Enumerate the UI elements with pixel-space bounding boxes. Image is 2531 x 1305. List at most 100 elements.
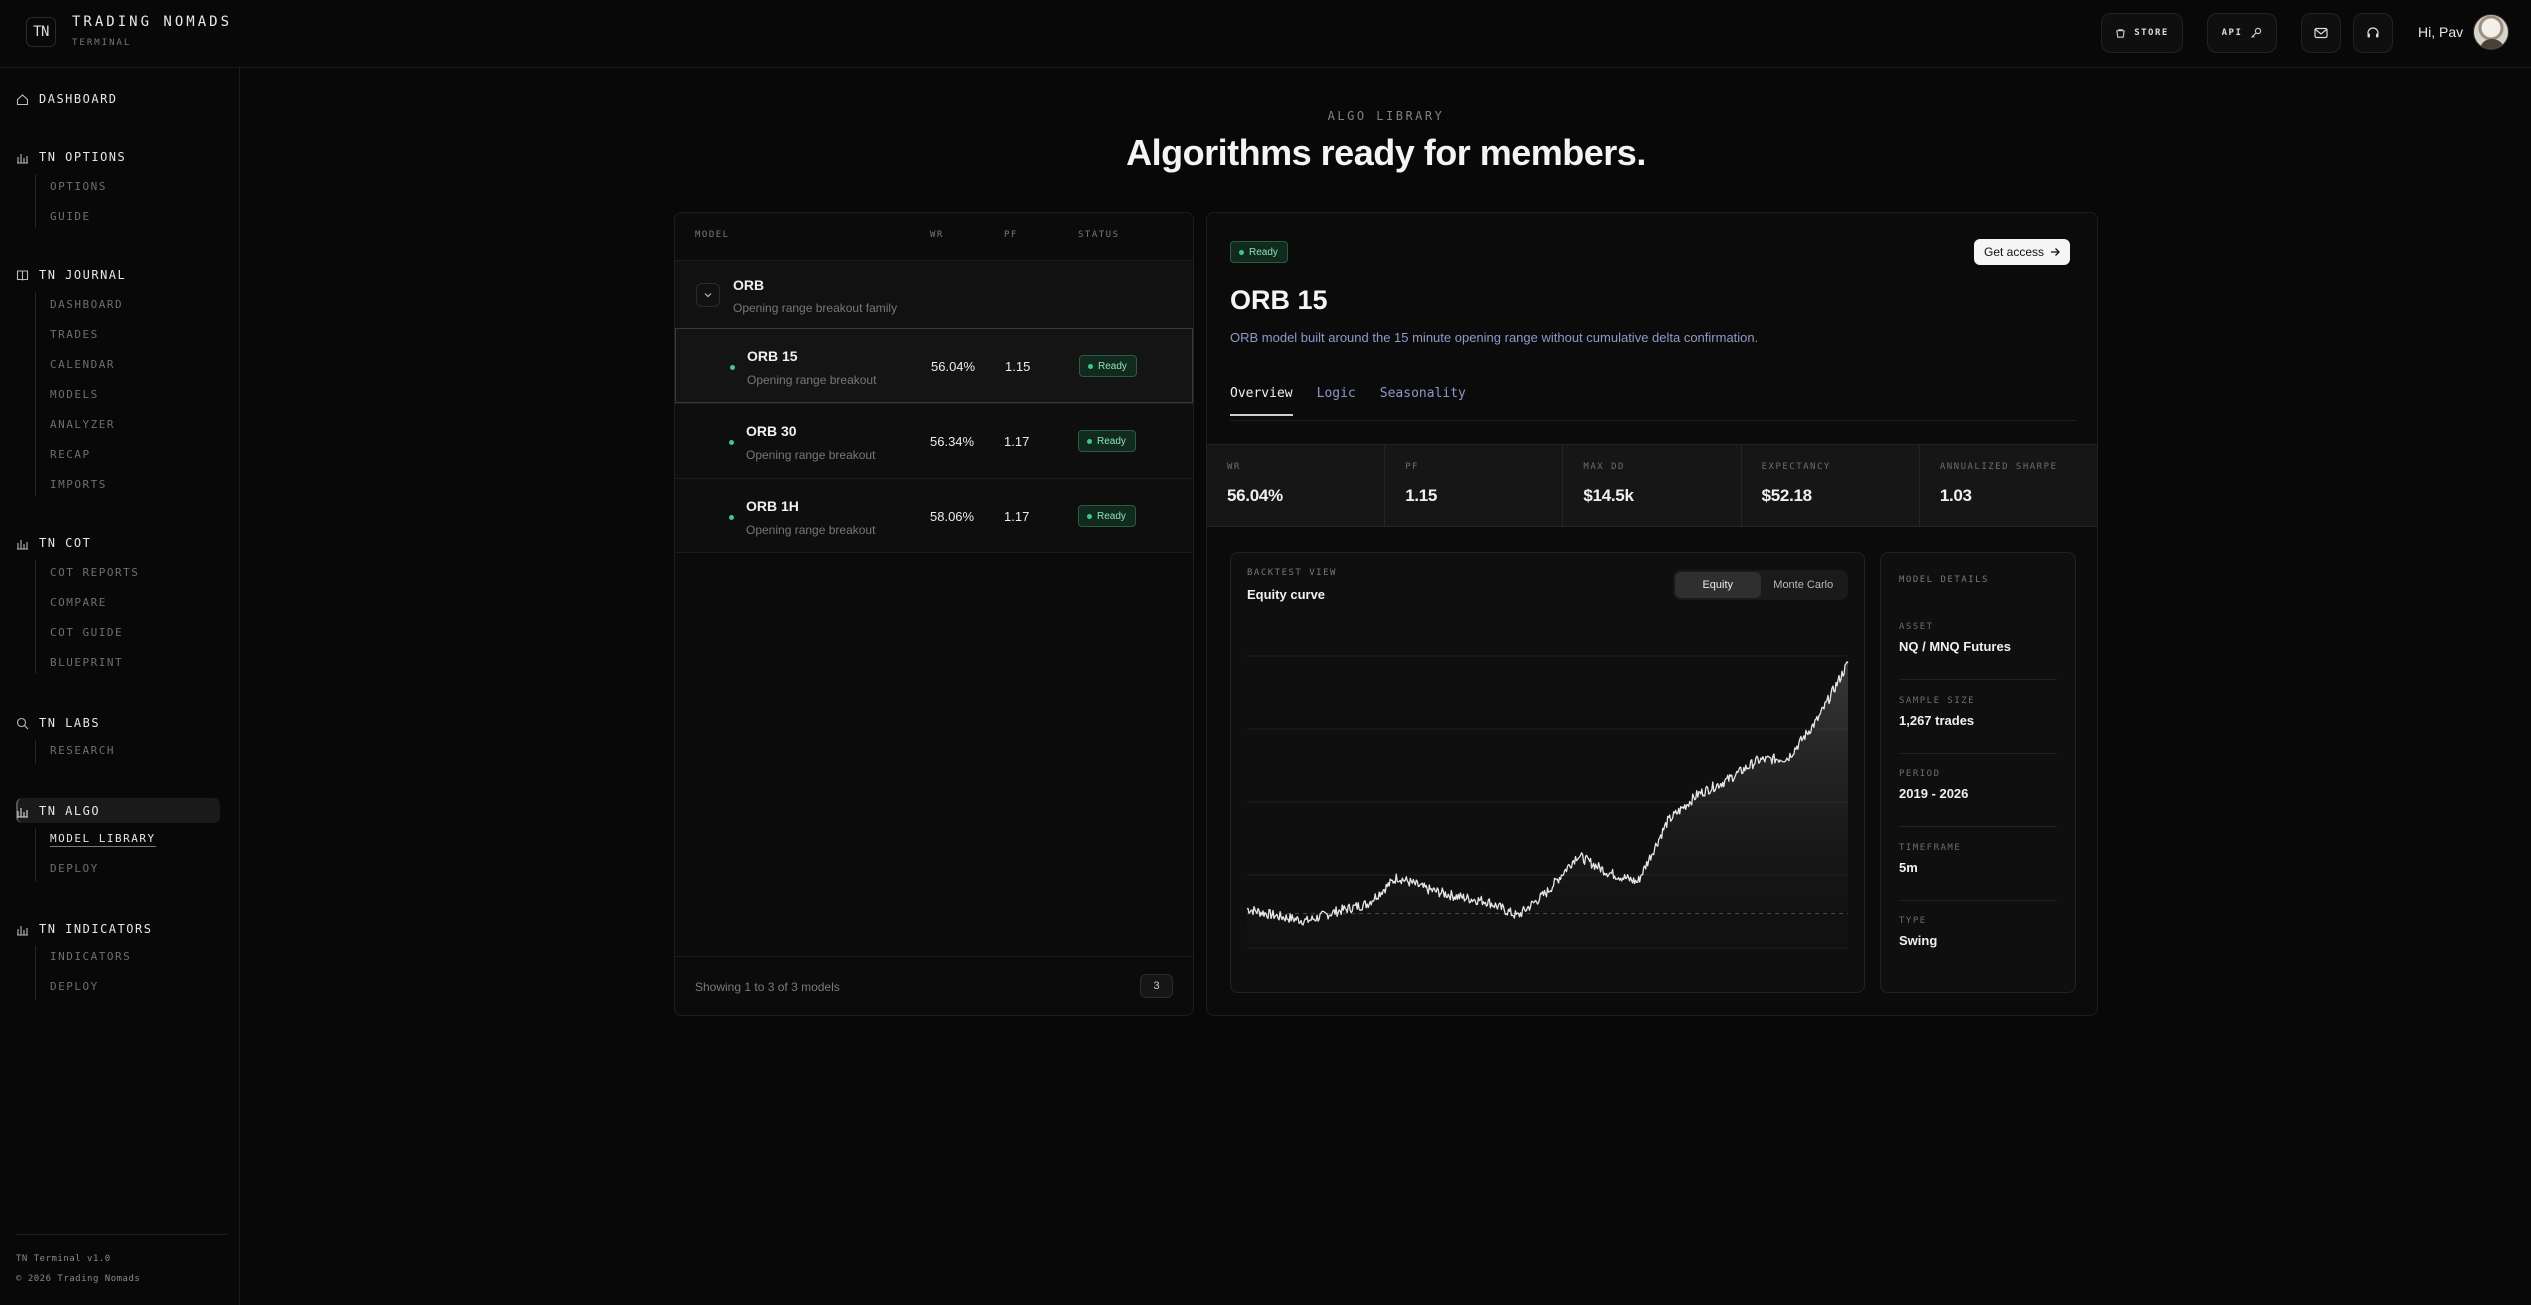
sidebar-section-tn-cot[interactable]: TN COT <box>16 536 91 550</box>
model-pf: 1.15 <box>1005 359 1031 374</box>
get-access-button[interactable]: Get access <box>1974 239 2071 265</box>
user-greeting: Hi, Pav <box>2418 24 2464 40</box>
sidebar-section-tn-indicators[interactable]: TN INDICATORS <box>16 922 152 936</box>
store-label: STORE <box>2134 28 2169 38</box>
sidebar-item-model-library[interactable]: MODEL LIBRARY <box>50 832 156 847</box>
table-row[interactable]: ORB 30 Opening range breakout 56.34% 1.1… <box>675 403 1193 478</box>
table-row[interactable]: ORB 1H Opening range breakout 58.06% 1.1… <box>675 478 1193 553</box>
sidebar-item-trades[interactable]: TRADES <box>50 328 99 341</box>
top-bar: TN TRADING NOMADS TERMINAL STORE API Hi,… <box>0 0 2531 68</box>
model-description: Opening range breakout <box>747 373 877 387</box>
column-header-pf: PF <box>1004 230 1018 240</box>
avatar[interactable] <box>2473 14 2509 50</box>
sidebar-section-tn-labs[interactable]: TN LABS <box>16 716 100 730</box>
sidebar-item-compare[interactable]: COMPARE <box>50 596 107 609</box>
sidebar-item-dashboard[interactable]: DASHBOARD <box>16 92 118 106</box>
tab-logic[interactable]: Logic <box>1317 386 1356 416</box>
stat-max-dd: MAX DD $14.5k <box>1563 445 1742 526</box>
sidebar-item-indicators[interactable]: INDICATORS <box>50 950 131 963</box>
table-row[interactable]: ORB 15 Opening range breakout 56.04% 1.1… <box>675 328 1193 403</box>
chart-title: Equity curve <box>1247 587 1326 602</box>
tab-overview[interactable]: Overview <box>1230 386 1293 416</box>
model-wr: 58.06% <box>930 509 975 524</box>
support-button[interactable] <box>2353 13 2393 53</box>
detail-divider <box>1899 753 2057 754</box>
tab-seasonality[interactable]: Seasonality <box>1380 386 1466 416</box>
mail-button[interactable] <box>2301 13 2341 53</box>
equity-chart <box>1246 655 1849 949</box>
sidebar-section-label: TN LABS <box>39 716 101 730</box>
sidebar-item-cot-reports[interactable]: COT REPORTS <box>50 566 139 579</box>
status-badge: Ready <box>1079 355 1137 377</box>
detail-timeframe: TIMEFRAME 5m <box>1899 843 2057 875</box>
sidebar-item-imports[interactable]: IMPORTS <box>50 478 107 491</box>
sidebar-section-label: TN OPTIONS <box>39 150 127 164</box>
stat-label: WR <box>1227 462 1241 472</box>
model-description: ORB model built around the 15 minute ope… <box>1230 330 1759 345</box>
tree-line <box>35 946 36 1000</box>
store-button[interactable]: STORE <box>2101 13 2183 53</box>
chart-eyebrow: BACKTEST VIEW <box>1247 568 1337 578</box>
stat-expectancy: EXPECTANCY $52.18 <box>1742 445 1920 526</box>
sidebar-item-models[interactable]: MODELS <box>50 388 99 401</box>
equity-point <box>1457 896 1459 898</box>
model-detail-panel: Ready Get access ORB 15 ORB model built … <box>1206 212 2098 1016</box>
search-icon <box>16 717 29 729</box>
group-row-orb[interactable]: ORB Opening range breakout family <box>675 260 1193 328</box>
detail-sample-size: SAMPLE SIZE 1,267 trades <box>1899 696 2057 728</box>
stat-wr: WR 56.04% <box>1207 445 1386 526</box>
status-dot <box>730 365 735 370</box>
page-title: Algorithms ready for members. <box>1126 132 1646 173</box>
sidebar-item-indicators-deploy[interactable]: DEPLOY <box>50 980 99 993</box>
page-button[interactable]: 3 <box>1140 974 1173 998</box>
toggle-equity[interactable]: Equity <box>1675 572 1761 598</box>
equity-chart-card: BACKTEST VIEW Equity curve Equity Monte … <box>1230 552 1865 993</box>
detail-value: Swing <box>1899 933 1938 948</box>
sidebar-item-cot-guide[interactable]: COT GUIDE <box>50 626 123 639</box>
tree-line <box>35 740 36 764</box>
chart-view-toggle: Equity Monte Carlo <box>1673 570 1848 600</box>
sidebar-section-tn-algo[interactable]: TN ALGO <box>16 804 100 818</box>
sidebar-item-options[interactable]: OPTIONS <box>50 180 107 193</box>
model-name: ORB 1H <box>746 498 799 514</box>
mail-icon <box>2314 27 2328 39</box>
table-footer-divider <box>675 956 1193 957</box>
detail-value: 2019 - 2026 <box>1899 786 1969 801</box>
collapse-button[interactable] <box>696 283 720 307</box>
model-description: Opening range breakout <box>746 523 876 537</box>
stats-strip: WR 56.04% PF 1.15 MAX DD $14.5k EXPECTAN… <box>1207 444 2097 527</box>
details-heading: MODEL DETAILS <box>1899 575 1989 585</box>
sidebar-item-calendar[interactable]: CALENDAR <box>50 358 115 371</box>
equity-point <box>1817 718 1819 720</box>
sidebar-section-label: TN ALGO <box>39 804 101 818</box>
sidebar: DASHBOARD TN OPTIONS OPTIONS GUIDE TN JO… <box>0 68 240 1305</box>
sidebar-item-research[interactable]: RESEARCH <box>50 744 115 757</box>
sidebar-section-tn-options[interactable]: TN OPTIONS <box>16 150 126 164</box>
detail-label: SAMPLE SIZE <box>1899 696 1976 706</box>
stat-label: PF <box>1405 462 1420 472</box>
api-button[interactable]: API <box>2207 13 2277 53</box>
sidebar-item-journal-dashboard[interactable]: DASHBOARD <box>50 298 123 311</box>
sidebar-item-guide[interactable]: GUIDE <box>50 210 91 223</box>
sidebar-item-analyzer[interactable]: ANALYZER <box>50 418 115 431</box>
sidebar-item-recap[interactable]: RECAP <box>50 448 91 461</box>
logo[interactable]: TN <box>26 17 56 47</box>
tree-line <box>35 292 36 496</box>
model-pf: 1.17 <box>1004 509 1030 524</box>
equity-point <box>1547 891 1549 893</box>
headset-icon <box>2367 27 2379 38</box>
sidebar-item-blueprint[interactable]: BLUEPRINT <box>50 656 123 669</box>
toggle-monte-carlo[interactable]: Monte Carlo <box>1761 572 1847 598</box>
bar-chart-icon <box>17 153 28 164</box>
bar-chart-icon <box>17 807 28 818</box>
sidebar-section-tn-journal[interactable]: TN JOURNAL <box>16 268 126 282</box>
tabs-divider <box>1230 420 2076 421</box>
home-icon <box>16 93 29 105</box>
sidebar-section-label: TN INDICATORS <box>39 922 153 936</box>
sidebar-item-algo-deploy[interactable]: DEPLOY <box>50 862 99 875</box>
tree-line <box>35 828 36 882</box>
bar-chart-icon <box>17 925 28 936</box>
equity-point <box>1427 889 1429 891</box>
version-text: TN Terminal v1.0 <box>16 1254 111 1264</box>
status-badge: Ready <box>1230 241 1288 263</box>
